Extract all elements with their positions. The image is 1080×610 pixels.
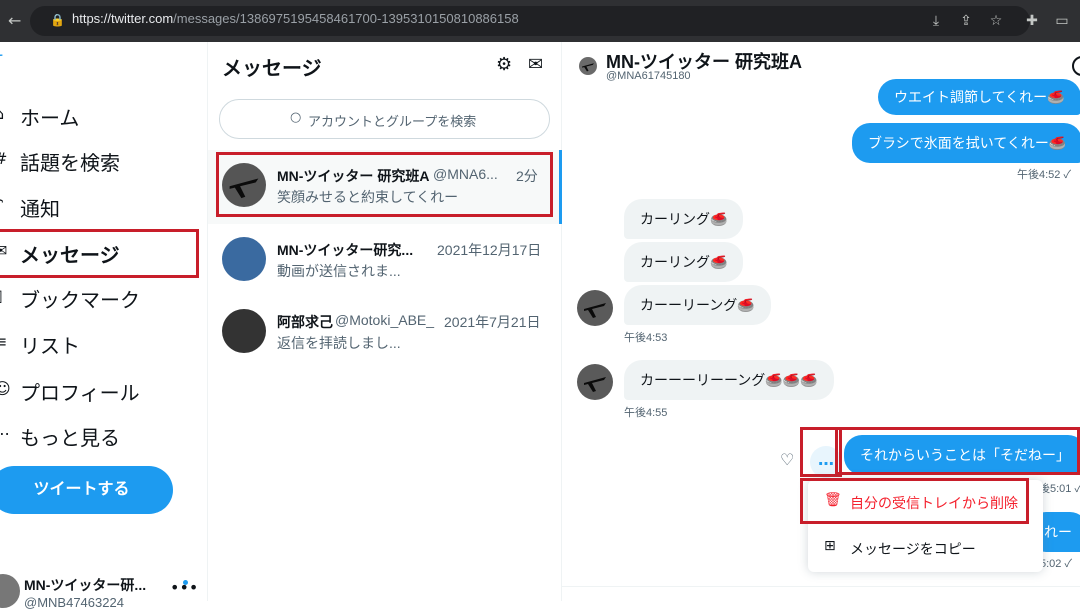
copy-icon: ⊞ — [824, 538, 836, 554]
conversation-handle: @Motoki_ABE_ — [335, 312, 435, 328]
conversation-time: 2021年7月21日 — [444, 314, 541, 330]
message-timestamp: 午後4:55 — [624, 407, 668, 419]
airplane-avatar-icon — [582, 63, 594, 72]
info-icon[interactable] — [1072, 56, 1080, 76]
nav-bookmarks-label: ブックマーク — [20, 290, 140, 312]
avatar[interactable] — [577, 290, 613, 326]
message-bubble-in[interactable]: カーーーリーーング🥌🥌🥌 — [624, 360, 834, 400]
nav-notifications[interactable]: ♪ 通知 — [0, 185, 200, 229]
conversation-time: 2021年12月17日 — [437, 242, 542, 258]
person-icon: ☺ — [0, 379, 11, 398]
notification-dot-icon — [183, 580, 188, 585]
annotation-highlight-delete — [800, 478, 1029, 524]
nav-more[interactable]: ⋯ もっと見る — [0, 414, 200, 458]
conversation-item[interactable]: 阿部求己 @Motoki_ABE_ 2021年7月21日 返信を拝読しまし... — [208, 296, 562, 370]
bell-icon: ♪ — [0, 195, 4, 215]
airplane-avatar-icon — [584, 303, 606, 318]
message-bubble-out[interactable]: ウエイト調節してくれー🥌 — [878, 79, 1080, 115]
menu-copy-message[interactable]: ⊞ メッセージをコピー — [808, 526, 1043, 570]
avatar — [579, 57, 597, 75]
conversation-item[interactable]: MN-ツイッター研究... 2021年12月17日 動画が送信されま... — [208, 224, 562, 298]
nav-more-label: もっと見る — [20, 428, 120, 450]
compose-message-icon[interactable]: ✉ — [528, 54, 543, 75]
message-timestamp: 午後4:52 ✓ — [1017, 169, 1071, 181]
annotation-highlight-nav — [0, 229, 199, 278]
star-icon[interactable]: ☆ — [986, 11, 1006, 31]
message-bubble-in[interactable]: カーーリーング🥌 — [624, 285, 771, 325]
browser-toolbar: ← 🔒 https://twitter.com/messages/1386975… — [0, 0, 1080, 42]
avatar — [222, 237, 266, 281]
cast-icon[interactable]: ▭ — [1052, 11, 1072, 31]
conversation-preview: 返信を拝読しまし... — [277, 335, 401, 351]
search-placeholder: アカウントとグループを検索 — [308, 114, 477, 129]
nav-lists[interactable]: ≡ リスト — [0, 322, 200, 366]
message-bubble-in[interactable]: カーリング🥌 — [624, 242, 744, 282]
nav-profile[interactable]: ☺ プロフィール — [0, 369, 200, 413]
hashtag-icon: # — [0, 149, 7, 169]
nav-home[interactable]: ⌂ ホーム — [0, 94, 200, 138]
chat-panel: MN-ツイッター 研究班A @MNA61745180 ウエイト調節してくれー🥌 … — [562, 42, 1080, 601]
more-circle-icon: ⋯ — [0, 424, 10, 443]
left-navigation: ʃ ⌂ ホーム # 話題を検索 ♪ 通知 ✉ メッセージ ▯ ブックマーク ≡ … — [0, 42, 208, 610]
install-icon[interactable]: ⤓ — [926, 11, 946, 31]
tweet-button[interactable]: ツイートする — [0, 466, 173, 514]
conversation-preview: 動画が送信されま... — [277, 263, 401, 279]
chat-handle: @MNA61745180 — [606, 70, 691, 82]
nav-profile-label: プロフィール — [20, 383, 140, 405]
message-bubble-in[interactable]: カーリング🥌 — [624, 199, 744, 239]
search-icon: ○ — [290, 110, 302, 125]
page-title: メッセージ — [222, 58, 322, 80]
nav-explore-label: 話題を検索 — [20, 153, 120, 175]
nav-explore[interactable]: # 話題を検索 — [0, 139, 200, 183]
message-bubble-out[interactable]: ブラシで氷面を拭いてくれー🥌 — [852, 123, 1080, 163]
bookmark-icon: ▯ — [0, 286, 4, 306]
annotation-highlight-message — [835, 427, 1080, 475]
twitter-bird-icon[interactable]: ʃ — [0, 52, 2, 73]
account-name: MN-ツイッター研... — [24, 577, 147, 593]
home-icon: ⌂ — [0, 104, 4, 124]
heart-icon[interactable]: ♡ — [780, 450, 794, 469]
conversation-name: MN-ツイッター研究... — [277, 242, 414, 258]
nav-notifications-label: 通知 — [20, 199, 60, 221]
share-icon[interactable]: ⇪ — [956, 11, 976, 31]
conversation-name: 阿部求己 — [277, 314, 333, 330]
url-host: https://twitter.com — [72, 11, 174, 26]
message-timestamp: 後5:01 ✓ — [1039, 483, 1080, 495]
message-timestamp: 午後4:53 — [624, 332, 668, 344]
account-switcher[interactable]: MN-ツイッター研... @MNB47463224 ••• — [0, 568, 200, 610]
annotation-highlight-conversation — [216, 152, 553, 217]
nav-lists-label: リスト — [20, 336, 80, 358]
avatar[interactable] — [577, 364, 613, 400]
lock-icon[interactable]: 🔒 — [50, 13, 66, 29]
airplane-avatar-icon — [584, 377, 606, 392]
search-input[interactable]: ○ アカウントとグループを検索 — [219, 99, 550, 139]
url-text[interactable]: https://twitter.com/messages/13869751954… — [72, 11, 519, 26]
avatar — [222, 309, 266, 353]
gear-icon[interactable]: ⚙ — [496, 54, 512, 75]
nav-bookmarks[interactable]: ▯ ブックマーク — [0, 276, 200, 320]
account-handle: @MNB47463224 — [24, 595, 124, 610]
messages-column: メッセージ ⚙ ✉ ○ アカウントとグループを検索 MN-ツイッター 研究班A … — [208, 42, 562, 601]
back-arrow-icon[interactable]: ← — [8, 11, 21, 30]
menu-copy-label: メッセージをコピー — [850, 541, 976, 557]
avatar — [0, 574, 20, 608]
nav-home-label: ホーム — [20, 108, 80, 130]
list-icon: ≡ — [0, 332, 8, 351]
url-path: /messages/1386975195458461700-1395310150… — [173, 11, 519, 26]
composer-area — [562, 586, 1080, 601]
extensions-icon[interactable]: ✚ — [1022, 11, 1042, 31]
